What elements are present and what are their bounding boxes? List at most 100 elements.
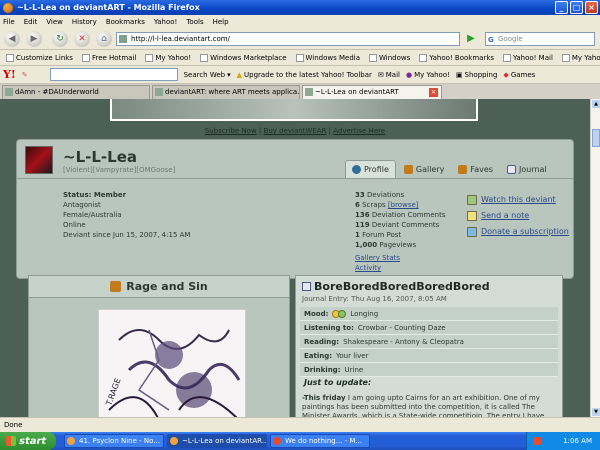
site-favicon-icon <box>119 35 127 43</box>
buy-deviantwear-link[interactable]: Buy deviantWEAR <box>264 127 327 135</box>
menu-yahoo[interactable]: Yahoo! <box>154 18 177 26</box>
journal-moods: Mood: Longing Listening to: Crowbar - Coun… <box>300 307 558 377</box>
menu-history[interactable]: History <box>72 18 97 26</box>
back-button[interactable]: ◀ <box>4 31 20 47</box>
dropdown-icon: ▾ <box>227 70 231 79</box>
tab-favicon-icon <box>155 88 163 96</box>
url-text: http://l-l-lea.deviantart.com/ <box>131 35 230 43</box>
menu-file[interactable]: File <box>3 18 15 26</box>
menu-edit[interactable]: Edit <box>24 18 38 26</box>
gallery-stats-link-row: Gallery Stats <box>355 253 446 263</box>
journal-title[interactable]: BoreBoredBoredBoredBored <box>302 280 490 293</box>
minimize-button[interactable]: _ <box>555 1 568 14</box>
activity-link[interactable]: Activity <box>355 264 381 272</box>
yahoo-search-input[interactable] <box>49 68 178 81</box>
bookmark-icon <box>295 53 304 62</box>
menu-view[interactable]: View <box>46 18 63 26</box>
donate-subscription-link[interactable]: Donate a subscription <box>467 224 569 240</box>
tab-close-icon[interactable]: × <box>429 88 438 97</box>
url-bar[interactable]: http://l-l-lea.deviantart.com/ <box>116 32 460 46</box>
stop-button[interactable]: ✕ <box>74 31 90 47</box>
bookmark-item[interactable]: Windows <box>366 53 413 62</box>
navigation-toolbar: ◀ ▶ ↻ ✕ ⌂ http://l-l-lea.deviantart.com/… <box>0 28 600 50</box>
tab-deviantart[interactable]: deviantART: where ART meets applica... <box>152 85 300 99</box>
featured-title: Rage and Sin <box>126 280 208 293</box>
tab-l-l-lea[interactable]: ~L-L-Lea on deviantART × <box>302 85 442 99</box>
stat-row: 33 Deviations <box>355 191 405 199</box>
taskbar-item-messenger[interactable]: We do nothing... - M... <box>270 434 370 448</box>
yahoo-toolbar: Y! ✎ Search Web ▾ ▲ Upgrade to the latest … <box>0 66 600 84</box>
tray-icon[interactable] <box>533 437 541 445</box>
tab-profile[interactable]: Profile <box>345 160 396 178</box>
journal-date: Journal Entry: Thu Aug 16, 2007, 8:05 AM <box>302 295 447 303</box>
tab-journal[interactable]: Journal <box>501 160 553 178</box>
tab-damn[interactable]: dAmn - #DAUnderworld <box>2 85 150 99</box>
browse-scraps-link[interactable]: [browse] <box>388 201 419 209</box>
stat-row: 1,000 Pageviews <box>355 241 417 249</box>
scroll-thumb[interactable] <box>592 129 600 147</box>
taskbar-item-firefox[interactable]: ~L-L-Lea on deviantAR... <box>167 434 267 448</box>
yahoo-games-button[interactable]: ◆ Games <box>503 71 535 79</box>
gallery-stats-link[interactable]: Gallery Stats <box>355 254 400 262</box>
drinking-row: Drinking: Urine <box>300 363 558 377</box>
home-button[interactable]: ⌂ <box>96 31 112 47</box>
yahoo-shopping-button[interactable]: ▣ Shopping <box>456 71 498 79</box>
bookmark-icon <box>419 53 428 62</box>
bookmark-item[interactable]: My Yahoo! <box>142 53 194 62</box>
bookmark-item[interactable]: Windows Media <box>293 53 364 62</box>
bookmark-item[interactable]: Free Hotmail <box>79 53 139 62</box>
scroll-down-icon[interactable]: ▼ <box>592 408 600 416</box>
pencil-icon[interactable]: ✎ <box>22 71 28 79</box>
bookmark-item[interactable]: Yahoo! Mail <box>500 53 556 62</box>
advertise-link[interactable]: Advertise Here <box>333 127 385 135</box>
bookmark-item[interactable]: Windows Marketplace <box>197 53 289 62</box>
donate-icon <box>467 227 477 237</box>
page-scrollbar[interactable]: ▲ ▼ <box>590 99 600 417</box>
yahoo-upgrade-link[interactable]: ▲ Upgrade to the latest Yahoo! Toolbar <box>237 71 372 79</box>
menu-tools[interactable]: Tools <box>186 18 203 26</box>
menu-help[interactable]: Help <box>213 18 229 26</box>
status-bar: Done <box>0 417 600 432</box>
tabs-divider <box>17 178 573 179</box>
start-button[interactable]: start <box>0 432 56 450</box>
user-groups[interactable]: [Violent][Vampyrate][OMGoose] <box>63 166 175 174</box>
bookmarks-toolbar: Customize Links Free Hotmail My Yahoo! W… <box>0 50 600 66</box>
close-button[interactable]: × <box>585 1 598 14</box>
watch-icon <box>467 195 477 205</box>
avatar[interactable] <box>25 146 53 174</box>
google-icon: G <box>488 36 494 44</box>
bookmark-item[interactable]: My Yahoo! <box>559 53 600 62</box>
featured-artwork-image[interactable]: T.RAGE <box>98 309 246 417</box>
bookmark-item[interactable]: Yahoo! Bookmarks <box>416 53 497 62</box>
firefox-icon <box>170 437 178 445</box>
forward-button[interactable]: ▶ <box>26 31 42 47</box>
bookmark-item[interactable]: Customize Links <box>3 53 76 62</box>
info-icon <box>352 165 361 174</box>
status-text: Done <box>4 421 23 429</box>
tab-faves[interactable]: Faves <box>452 160 499 178</box>
search-box[interactable]: G Google <box>485 32 595 46</box>
artwork-drawing: T.RAGE <box>99 310 245 417</box>
yahoo-logo[interactable]: Y! <box>3 68 16 81</box>
menu-bookmarks[interactable]: Bookmarks <box>106 18 145 26</box>
profile-info: Status: Member Antagonist Female/Austral… <box>63 190 190 240</box>
reload-button[interactable]: ↻ <box>52 31 68 47</box>
info-since: Deviant since Jun 15, 2007, 4:15 AM <box>63 231 191 239</box>
maximize-button[interactable]: □ <box>570 1 583 14</box>
yahoo-my-yahoo-button[interactable]: ● My Yahoo! <box>406 71 450 79</box>
activity-link-row: Activity <box>355 263 446 273</box>
watch-deviant-link[interactable]: Watch this deviant <box>467 192 569 208</box>
yahoo-mail-button[interactable]: ✉ Mail <box>378 71 400 79</box>
page-content: Subscribe Now | Buy deviantWEAR | Advert… <box>0 99 590 417</box>
go-button[interactable]: ▶ <box>463 32 479 46</box>
send-note-link[interactable]: Send a note <box>467 208 569 224</box>
deviation-icon <box>110 281 122 292</box>
header-banner-image <box>110 99 478 121</box>
tab-gallery[interactable]: Gallery <box>398 160 451 178</box>
yahoo-search-web-button[interactable]: Search Web ▾ <box>184 71 231 79</box>
tab-strip: dAmn - #DAUnderworld deviantART: where A… <box>0 84 600 99</box>
note-icon <box>467 211 477 221</box>
scroll-up-icon[interactable]: ▲ <box>592 100 600 108</box>
taskbar-item-music[interactable]: 41. Psyclon Nine - No... <box>64 434 164 448</box>
subscribe-link[interactable]: Subscribe Now <box>205 127 257 135</box>
